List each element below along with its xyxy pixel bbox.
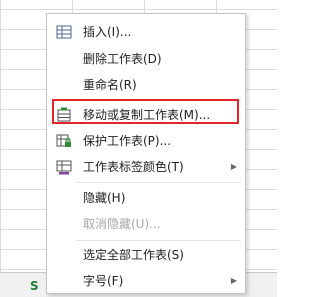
menu-item-label: 工作表标签颜色(T) [83, 160, 184, 174]
menu-item-label: 重命名(R) [83, 78, 137, 92]
menu-item-unhide: 取消隐藏(U)... [47, 212, 245, 236]
tab-color-icon [56, 159, 72, 175]
sheet-tab[interactable]: S [30, 279, 39, 293]
menu-item-label: 删除工作表(D) [83, 52, 162, 66]
protect-sheet-icon [56, 133, 72, 149]
menu-item-protect-sheet[interactable]: 保护工作表(P)... [47, 129, 245, 153]
menu-item-select-all-sheets[interactable]: 选定全部工作表(S) [47, 243, 245, 267]
menu-item-label: 插入(I)... [83, 25, 132, 39]
menu-item-hide[interactable]: 隐藏(H) [47, 186, 245, 210]
menu-item-label: 隐藏(H) [83, 191, 126, 205]
submenu-arrow-icon: ▶ [230, 162, 237, 171]
sheet-context-menu: 插入(I)... 删除工作表(D) 重命名(R) 移动或复制工作表(M)... [46, 13, 246, 294]
menu-item-label: 字号(F) [83, 274, 124, 288]
menu-item-insert[interactable]: 插入(I)... [47, 20, 245, 44]
menu-separator [77, 182, 241, 183]
menu-item-tab-color[interactable]: 工作表标签颜色(T) ▶ [47, 155, 245, 179]
menu-item-label: 选定全部工作表(S) [83, 248, 184, 262]
submenu-arrow-icon: ▶ [230, 276, 237, 285]
menu-item-delete-sheet[interactable]: 删除工作表(D) [47, 47, 245, 71]
menu-item-rename[interactable]: 重命名(R) [47, 73, 245, 97]
menu-item-label: 保护工作表(P)... [83, 134, 172, 148]
table-insert-icon [56, 24, 72, 40]
menu-separator [77, 240, 241, 241]
highlight-box [52, 99, 239, 124]
menu-item-label: 取消隐藏(U)... [83, 217, 161, 231]
menu-item-font-size[interactable]: 字号(F) ▶ [47, 269, 245, 293]
